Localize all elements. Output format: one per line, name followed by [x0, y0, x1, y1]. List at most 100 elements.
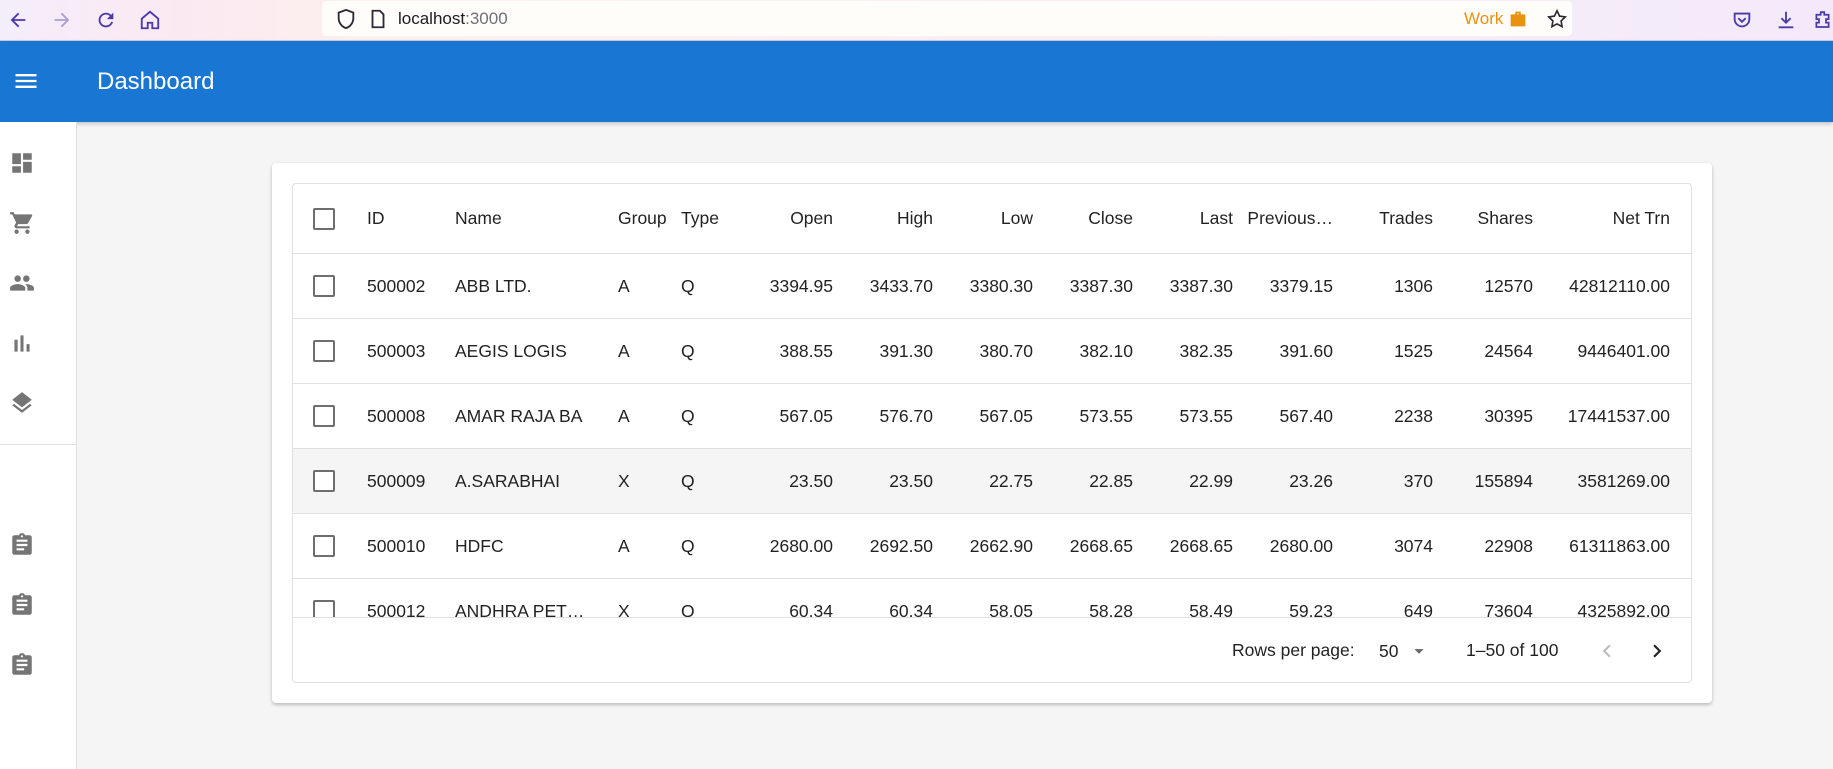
cell-close: 573.55 — [1079, 405, 1133, 426]
select-all-cell — [309, 184, 339, 253]
cell-type: Q — [681, 405, 695, 426]
column-header-name[interactable]: Name — [455, 184, 605, 253]
shield-icon[interactable] — [330, 3, 362, 35]
row-checkbox[interactable] — [313, 275, 335, 297]
assignment-icon[interactable] — [0, 640, 76, 690]
cell-last: 382.35 — [1179, 340, 1233, 361]
back-icon[interactable] — [2, 4, 34, 36]
assignment-icon[interactable] — [0, 580, 76, 630]
layers-icon[interactable] — [0, 378, 76, 428]
assignment-icon[interactable] — [0, 520, 76, 570]
column-header-net-trn[interactable]: Net Trn — [1533, 184, 1670, 253]
cell-name: A.SARABHAI — [455, 470, 561, 491]
cell-net-trn: 42812110.00 — [1569, 275, 1670, 296]
data-grid: ID Name Group Type Open High Low Close L… — [292, 183, 1692, 683]
cell-previous: 23.26 — [1289, 470, 1333, 491]
column-header-group[interactable]: Group — [618, 184, 678, 253]
column-header-id[interactable]: ID — [367, 184, 447, 253]
cell-open: 2680.00 — [769, 535, 833, 556]
cell-last: 2668.65 — [1169, 535, 1233, 556]
cell-type: Q — [681, 535, 695, 556]
menu-icon[interactable] — [8, 61, 44, 101]
previous-page-icon[interactable] — [1589, 633, 1625, 669]
table-pagination: Rows per page: 50 1–50 of 100 — [293, 617, 1691, 682]
cell-trades: 370 — [1403, 470, 1433, 491]
row-select-cell — [309, 514, 339, 578]
cell-open: 388.55 — [779, 340, 833, 361]
bar-chart-icon[interactable] — [0, 318, 76, 368]
home-icon[interactable] — [134, 4, 166, 36]
cell-type: Q — [681, 275, 695, 296]
row-checkbox[interactable] — [313, 470, 335, 492]
drawer-divider — [0, 444, 76, 445]
cell-close: 58.28 — [1089, 600, 1133, 618]
cell-trades: 1525 — [1394, 340, 1433, 361]
cell-net-trn: 4325892.00 — [1577, 600, 1670, 618]
pocket-icon[interactable] — [1726, 4, 1758, 36]
column-header-last[interactable]: Last — [1133, 184, 1233, 253]
row-checkbox[interactable] — [313, 535, 335, 557]
row-checkbox[interactable] — [313, 405, 335, 427]
cell-trades: 3074 — [1394, 535, 1433, 556]
cell-high: 3433.70 — [869, 275, 933, 296]
forward-icon[interactable] — [46, 4, 78, 36]
column-header-low[interactable]: Low — [933, 184, 1033, 253]
cell-previous: 2680.00 — [1269, 535, 1333, 556]
container-tag[interactable]: Work — [1464, 8, 1529, 30]
select-all-checkbox[interactable] — [313, 207, 335, 230]
table-row[interactable]: 500002 ABB LTD. A Q 3394.95 3433.70 3380… — [293, 254, 1691, 319]
cell-trades: 649 — [1403, 600, 1433, 618]
cell-previous: 59.23 — [1289, 600, 1333, 618]
cell-net-trn: 17441537.00 — [1567, 405, 1670, 426]
table-row[interactable]: 500010 HDFC A Q 2680.00 2692.50 2662.90 … — [293, 514, 1691, 579]
cell-previous: 391.60 — [1279, 340, 1333, 361]
downloads-icon[interactable] — [1770, 4, 1802, 36]
pagination-range: 1–50 of 100 — [1466, 640, 1559, 660]
cell-open: 23.50 — [789, 470, 833, 491]
extensions-icon[interactable] — [1812, 4, 1833, 36]
side-drawer — [0, 122, 77, 769]
row-checkbox[interactable] — [313, 340, 335, 362]
column-header-type[interactable]: Type — [681, 184, 741, 253]
cell-trades: 2238 — [1394, 405, 1433, 426]
briefcase-icon — [1511, 11, 1526, 27]
column-header-open[interactable]: Open — [733, 184, 833, 253]
cell-id: 500003 — [367, 340, 426, 361]
column-header-trades[interactable]: Trades — [1333, 184, 1433, 253]
cell-low: 567.05 — [979, 405, 1033, 426]
shopping-cart-icon[interactable] — [0, 198, 76, 248]
reload-icon[interactable] — [90, 4, 122, 36]
cell-net-trn: 9446401.00 — [1577, 340, 1670, 361]
column-header-close[interactable]: Close — [1033, 184, 1133, 253]
cell-id: 500008 — [367, 405, 426, 426]
dashboard-icon[interactable] — [0, 138, 76, 188]
table-row[interactable]: 500003 AEGIS LOGIS A Q 388.55 391.30 380… — [293, 319, 1691, 384]
next-page-icon[interactable] — [1639, 633, 1675, 669]
cell-low: 2662.90 — [969, 535, 1033, 556]
table-row[interactable]: 500012 ANDHRA PET… X Q 60.34 60.34 58.05… — [293, 579, 1691, 618]
rows-per-page-select[interactable]: 50 — [1379, 640, 1430, 662]
app-bar: Dashboard — [0, 41, 1833, 122]
table-row[interactable]: 500009 A.SARABHAI X Q 23.50 23.50 22.75 … — [293, 449, 1691, 514]
table-row[interactable]: 500008 AMAR RAJA BA A Q 567.05 576.70 56… — [293, 384, 1691, 449]
cell-group: X — [618, 470, 630, 491]
cell-open: 567.05 — [779, 405, 833, 426]
row-checkbox[interactable] — [313, 600, 335, 617]
cell-low: 3380.30 — [969, 275, 1033, 296]
bookmark-star-icon[interactable] — [1541, 3, 1573, 35]
cell-high: 576.70 — [879, 405, 933, 426]
cell-name: ANDHRA PET… — [455, 600, 585, 618]
row-select-cell — [309, 254, 339, 318]
cell-low: 58.05 — [989, 600, 1033, 618]
row-select-cell — [309, 579, 339, 617]
column-header-shares[interactable]: Shares — [1433, 184, 1533, 253]
people-icon[interactable] — [0, 258, 76, 308]
cell-group: A — [618, 275, 630, 296]
cell-shares: 24564 — [1484, 340, 1533, 361]
page-icon — [362, 3, 394, 35]
url-bar[interactable] — [322, 1, 1572, 36]
cell-last: 22.99 — [1189, 470, 1233, 491]
column-header-previous[interactable]: Previous… — [1233, 184, 1333, 253]
cell-type: Q — [681, 600, 695, 618]
column-header-high[interactable]: High — [833, 184, 933, 253]
